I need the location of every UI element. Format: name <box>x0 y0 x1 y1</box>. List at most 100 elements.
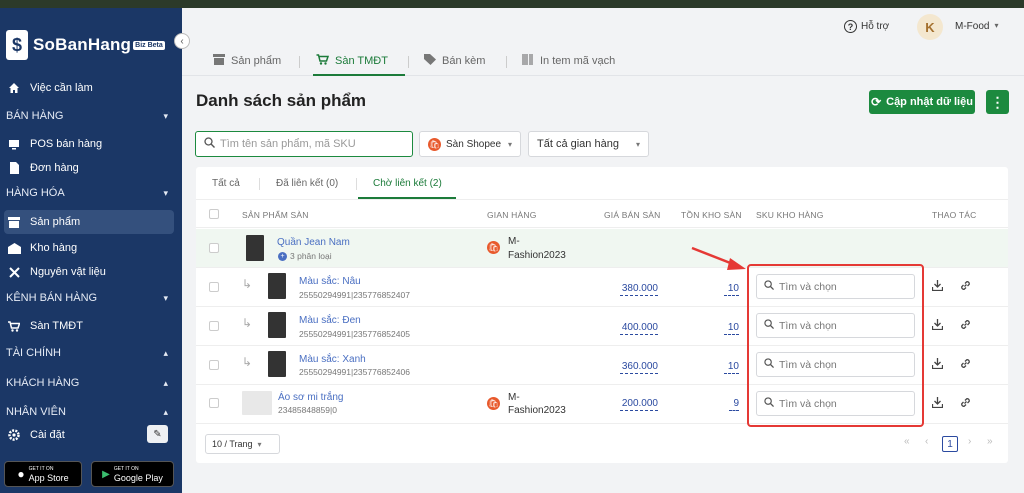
sidebar-item-todo[interactable]: Việc cần làm <box>0 79 182 97</box>
edit-icon[interactable]: ✎ <box>147 425 168 443</box>
row-checkbox[interactable] <box>209 243 219 253</box>
column-header: GIAN HÀNG <box>487 210 537 220</box>
tab-barcode[interactable]: In tem mã vạch <box>522 54 615 68</box>
annotation-arrow-icon <box>691 246 746 270</box>
refresh-icon: ⟳ <box>871 95 882 109</box>
child-arrow-icon: ↳ <box>242 355 253 369</box>
sidebar-section-goods[interactable]: HÀNG HÓA ▾ <box>0 185 182 201</box>
download-icon[interactable] <box>931 358 944 372</box>
chevron-down-icon: ▾ <box>635 139 640 149</box>
tab-bundle[interactable]: Bán kèm <box>424 54 485 68</box>
store-label: Google Play <box>113 473 163 483</box>
help-link[interactable]: ? Hỗ trợ <box>844 20 889 33</box>
help-label: Hỗ trợ <box>861 21 890 32</box>
google-play-button[interactable]: ▶ GET IT ON Google Play <box>91 461 174 487</box>
prev-page-icon[interactable]: ‹ <box>925 436 928 447</box>
link-icon[interactable] <box>960 280 971 294</box>
variant-sku: 25550294991|235776852406 <box>299 367 410 377</box>
variant-sku: 25550294991|235776852405 <box>299 329 410 339</box>
download-icon[interactable] <box>931 397 944 411</box>
search-input[interactable]: Tìm tên sản phẩm, mã SKU <box>195 131 413 157</box>
sidebar-section-channels[interactable]: KÊNH BÁN HÀNG ▾ <box>0 290 182 306</box>
platform-select[interactable]: 🛍 Sàn Shopee ▾ <box>419 131 521 157</box>
section-label: KHÁCH HÀNG <box>6 377 80 389</box>
tab-label: In tem mã vạch <box>540 55 616 67</box>
link-icon[interactable] <box>960 358 971 372</box>
app-logo[interactable]: $ SoBanHang Biz Beta <box>6 30 165 60</box>
avatar[interactable]: K <box>917 14 943 40</box>
sidebar-item-warehouse[interactable]: Kho hàng <box>0 239 182 257</box>
sidebar-item-products[interactable]: Sản phẩm <box>4 210 174 234</box>
row-checkbox[interactable] <box>209 321 219 331</box>
cart-icon <box>7 320 21 332</box>
tab-products[interactable]: Sản phẩm <box>213 54 281 68</box>
cart-icon <box>316 54 330 68</box>
user-menu[interactable]: M-Food ▾ <box>955 21 998 32</box>
row-checkbox[interactable] <box>209 282 219 292</box>
price-value[interactable]: 380.000 <box>620 282 658 296</box>
shopee-icon: 🛍 <box>428 137 441 151</box>
price-value[interactable]: 360.000 <box>620 360 658 374</box>
top-strip <box>0 0 1024 8</box>
download-icon[interactable] <box>931 280 944 294</box>
download-icon[interactable] <box>931 319 944 333</box>
monitor-icon <box>7 138 21 150</box>
subtab-pending[interactable]: Chờ liên kết (2) <box>373 178 442 189</box>
variant-name[interactable]: Màu sắc: Đen <box>299 315 361 326</box>
price-value[interactable]: 400.000 <box>620 321 658 335</box>
sidebar-section-customers[interactable]: KHÁCH HÀNG ▴ <box>0 375 182 391</box>
update-data-button[interactable]: ⟳ Cập nhật dữ liệu <box>869 90 975 114</box>
apple-icon: ● <box>17 467 25 481</box>
link-icon[interactable] <box>960 319 971 333</box>
row-checkbox[interactable] <box>209 398 219 408</box>
sidebar-item-pos[interactable]: POS bán hàng <box>0 135 182 153</box>
sidebar-item-label: Cài đặt <box>30 429 65 441</box>
app-store-button[interactable]: ● GET IT ON App Store <box>4 461 82 487</box>
sidebar-section-staff[interactable]: NHÂN VIÊN ▴ <box>0 404 182 420</box>
subtab-linked[interactable]: Đã liên kết (0) <box>276 178 338 189</box>
sidebar-item-orders[interactable]: Đơn hàng <box>0 159 182 177</box>
tab-divider <box>299 56 300 68</box>
sidebar-item-ecommerce[interactable]: Sàn TMĐT <box>0 317 182 335</box>
product-name[interactable]: Áo sơ mi trắng <box>278 392 343 403</box>
shop-name-line2: Fashion2023 <box>508 405 566 416</box>
current-page[interactable]: 1 <box>942 436 958 452</box>
tab-ecommerce[interactable]: Sàn TMĐT <box>316 54 388 68</box>
sidebar-item-materials[interactable]: Nguyên vật liệu <box>0 263 182 281</box>
variant-name[interactable]: Màu sắc: Nâu <box>299 276 361 287</box>
product-name[interactable]: Quần Jean Nam <box>277 237 350 248</box>
sidebar-item-label: Nguyên vật liệu <box>30 266 106 278</box>
stock-value[interactable]: 9 <box>729 397 739 411</box>
chevron-down-icon: ▾ <box>163 110 168 121</box>
subtab-all[interactable]: Tất cả <box>212 178 240 189</box>
sidebar: $ SoBanHang Biz Beta Việc cần làm BÁN HÀ… <box>0 8 182 493</box>
price-value[interactable]: 200.000 <box>620 397 658 411</box>
stock-value[interactable]: 10 <box>724 360 739 374</box>
sidebar-section-finance[interactable]: TÀI CHÍNH ▴ <box>0 345 182 361</box>
chevron-down-icon: ▾ <box>163 292 168 303</box>
select-all-checkbox[interactable] <box>209 209 219 219</box>
sidebar-section-sales[interactable]: BÁN HÀNG ▾ <box>0 108 182 124</box>
sidebar-item-label: Kho hàng <box>30 242 78 254</box>
sidebar-item-label: Sàn TMĐT <box>30 320 83 332</box>
play-icon: ▶ <box>102 468 110 480</box>
last-page-icon[interactable]: » <box>987 436 993 447</box>
stock-value[interactable]: 10 <box>724 282 739 296</box>
chevron-up-icon: ▴ <box>163 347 168 358</box>
store-select[interactable]: Tất cả gian hàng ▾ <box>528 131 649 157</box>
search-icon <box>204 137 215 151</box>
row-checkbox[interactable] <box>209 360 219 370</box>
next-page-icon[interactable]: › <box>968 436 971 447</box>
link-icon[interactable] <box>960 397 971 411</box>
first-page-icon[interactable]: « <box>904 436 910 447</box>
shop-name-line1: M- <box>508 236 520 247</box>
collapse-sidebar-icon[interactable]: ‹ <box>174 33 190 49</box>
more-options-button[interactable]: ⋮ <box>986 90 1009 114</box>
highlight-box <box>747 264 924 427</box>
page-size-select[interactable]: 10 / Trang ▾ <box>205 434 280 454</box>
chevron-up-icon: ▴ <box>163 377 168 388</box>
variant-name[interactable]: Màu sắc: Xanh <box>299 354 366 365</box>
stock-value[interactable]: 10 <box>724 321 739 335</box>
subtab-divider <box>259 178 260 190</box>
product-thumbnail <box>268 312 286 338</box>
